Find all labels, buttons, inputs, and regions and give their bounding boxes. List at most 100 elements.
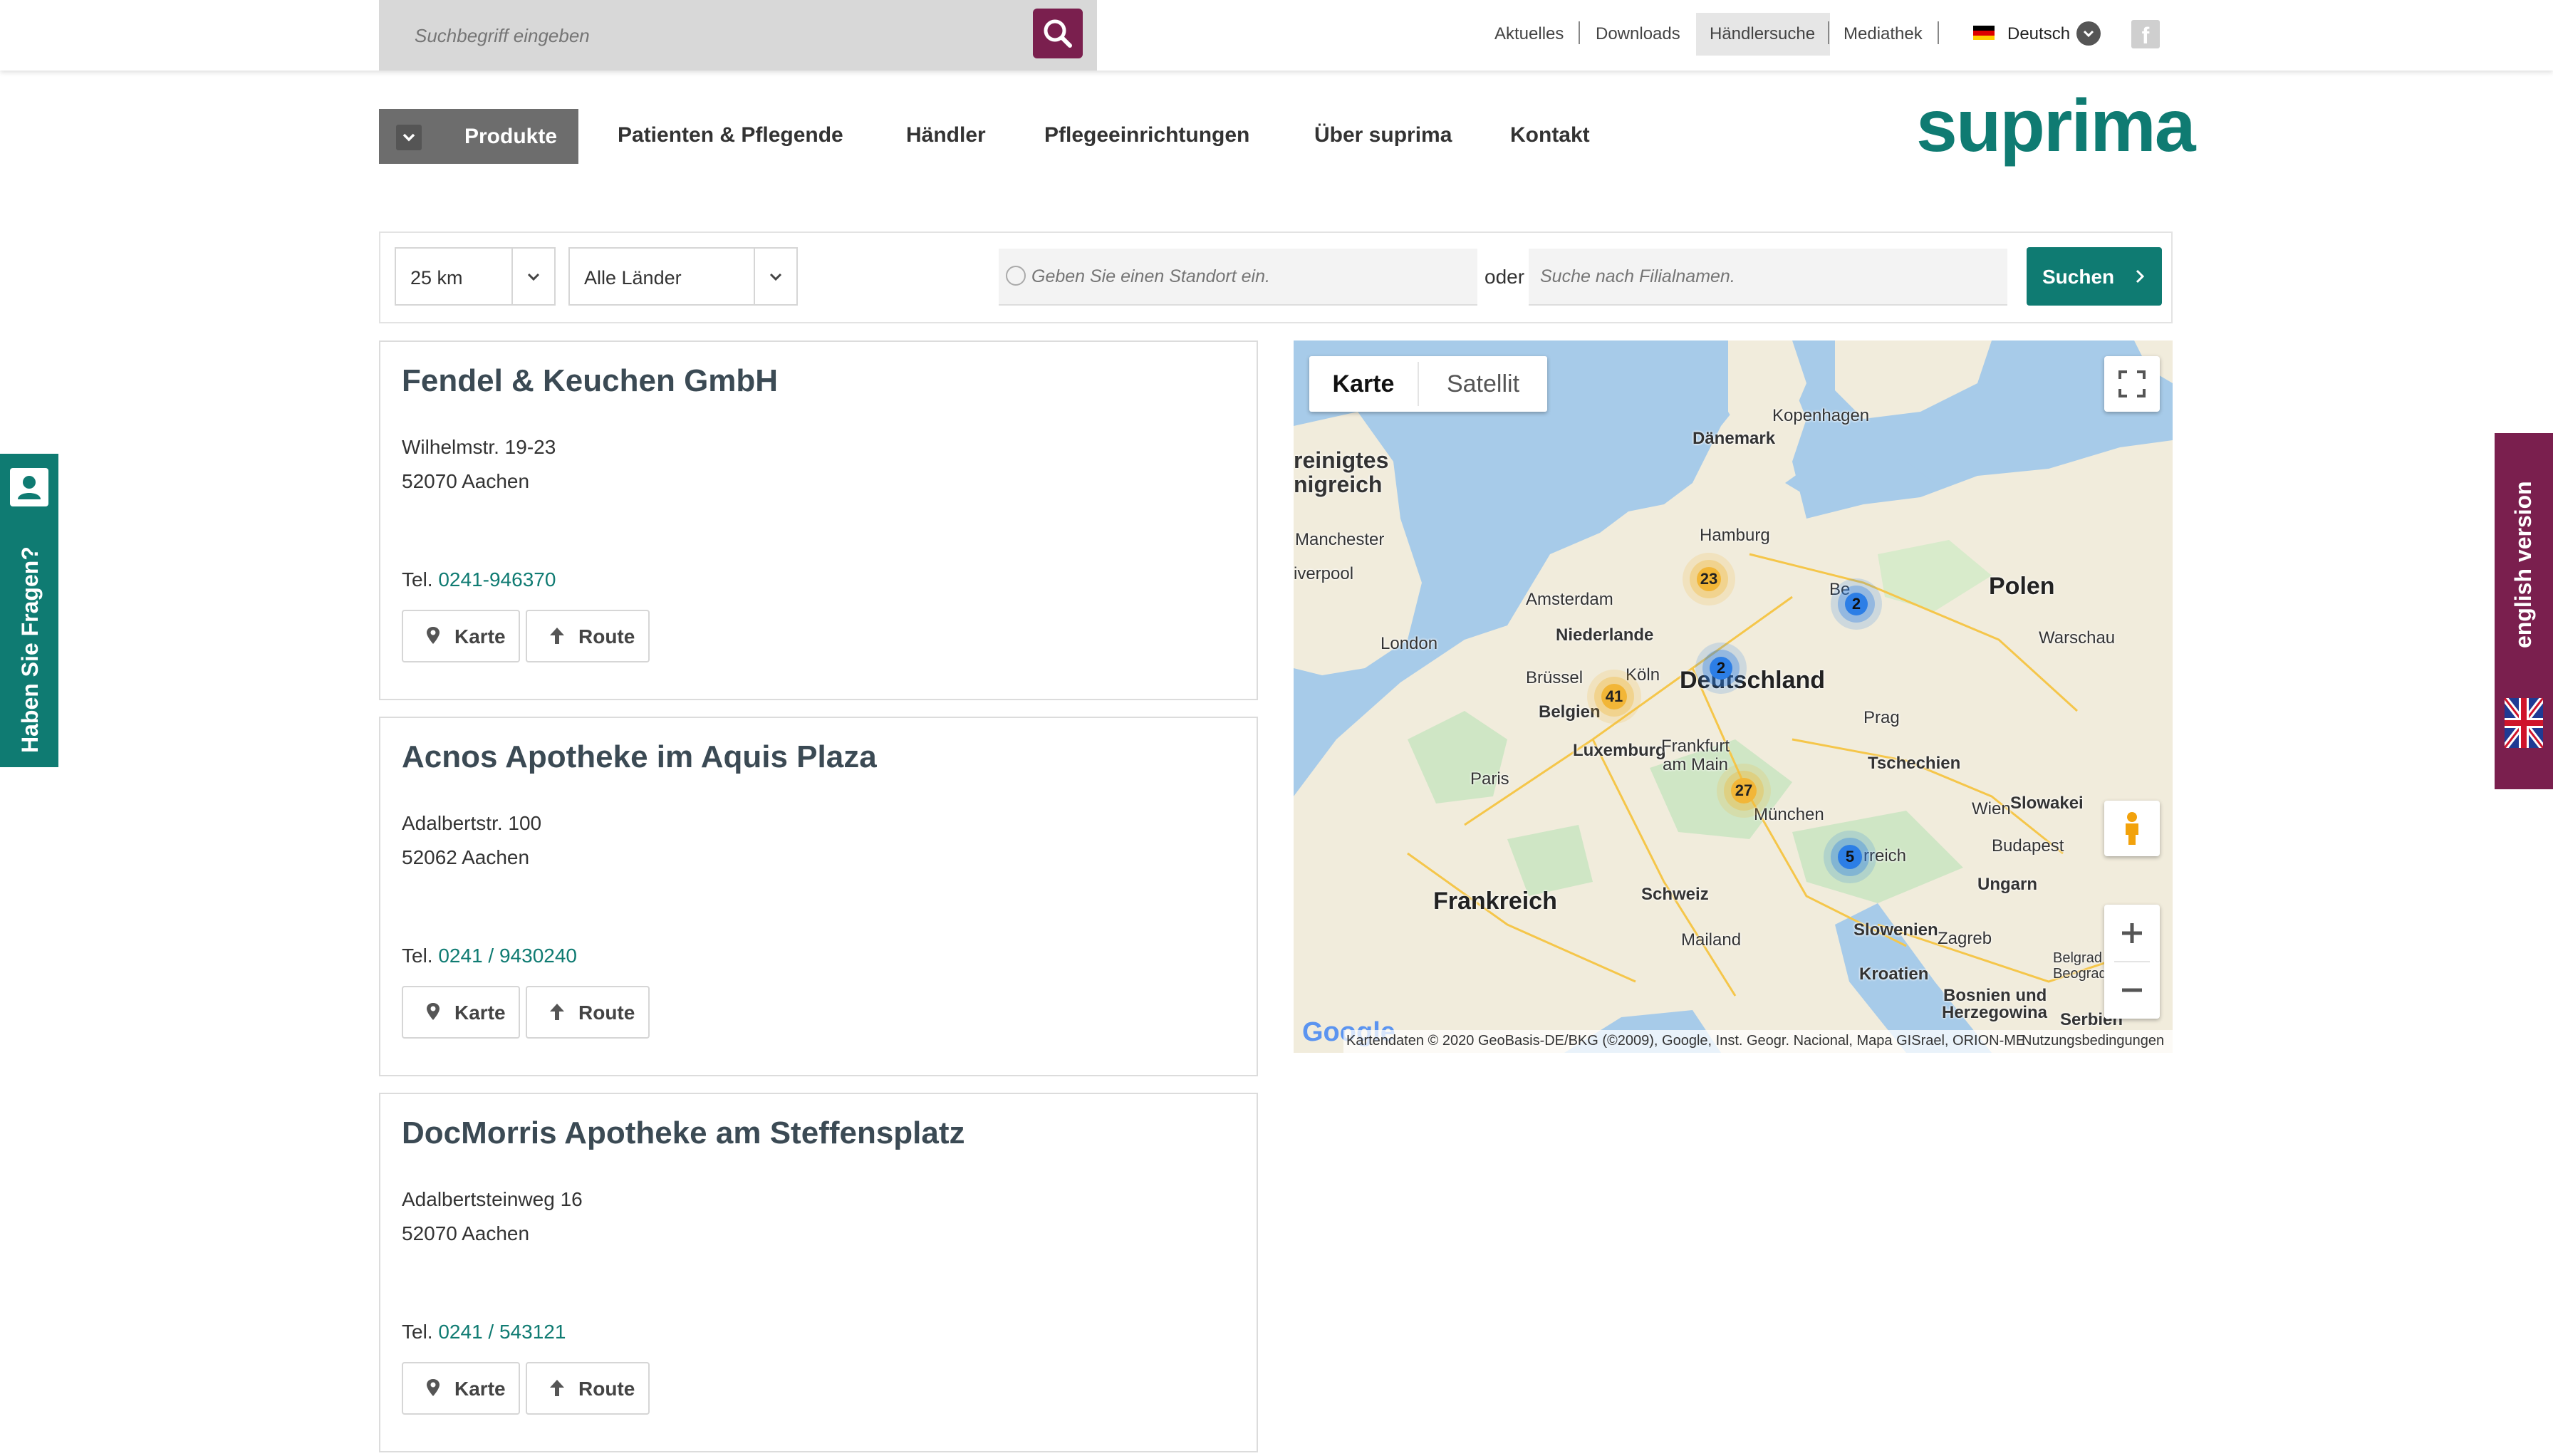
country-select[interactable]: Alle Länder <box>568 247 798 306</box>
map-label-hamburg: Hamburg <box>1700 526 1770 545</box>
dealer-map[interactable]: Dänemark Kopenhagen Hamburg Amsterdam Ni… <box>1294 340 2173 1053</box>
site-search-button[interactable] <box>1033 9 1083 58</box>
questions-tab-label: Haben Sie Fragen? <box>17 546 43 753</box>
zoom-in-button[interactable] <box>2104 905 2160 962</box>
chevron-down-icon[interactable] <box>2076 21 2101 46</box>
search-dealers-button[interactable]: Suchen <box>2027 247 2162 306</box>
person-icon <box>10 468 48 506</box>
map-label-uk-line1: reinigtes <box>1294 447 1389 473</box>
branch-input[interactable] <box>1539 263 1972 290</box>
uk-flag-icon <box>2502 696 2546 750</box>
toplink-mediathek[interactable]: Mediathek <box>1844 24 1923 44</box>
zoom-out-button[interactable] <box>2104 962 2160 1019</box>
map-label-paris: Paris <box>1470 769 1509 789</box>
location-input[interactable] <box>1030 263 1464 290</box>
map-label-herzegowina: Herzegowina <box>1942 1003 2048 1022</box>
or-label: oder <box>1485 266 1525 288</box>
tel-label: Tel. <box>402 568 433 591</box>
map-pin-icon <box>427 627 440 644</box>
map-label-zagreb: Zagreb <box>1938 929 1992 948</box>
route-button-label: Route <box>578 625 635 648</box>
zoom-control <box>2104 905 2160 1019</box>
toplink-aktuelles[interactable]: Aktuelles <box>1494 24 1564 44</box>
map-tab-karte[interactable]: Karte <box>1309 356 1418 412</box>
fullscreen-button[interactable] <box>2104 356 2160 412</box>
map-cluster-marker[interactable]: 2 <box>1710 657 1732 680</box>
dealer-street: Wilhelmstr. 19-23 <box>402 436 556 458</box>
street-view-button[interactable] <box>2104 801 2160 856</box>
location-field[interactable] <box>999 249 1477 306</box>
map-cluster-marker[interactable]: 27 <box>1731 778 1757 804</box>
site-search <box>379 0 1097 71</box>
facebook-icon[interactable]: f <box>2131 20 2160 48</box>
dealer-city: 52070 Aachen <box>402 470 530 492</box>
map-label-uk-line2: nigreich <box>1294 472 1383 497</box>
route-button-label: Route <box>578 1002 635 1024</box>
map-cluster-marker[interactable]: 41 <box>1601 684 1627 709</box>
tel-label: Tel. <box>402 945 433 967</box>
english-version-tab[interactable]: english version <box>2495 433 2553 789</box>
route-button[interactable]: Route <box>526 610 650 662</box>
nav-pflegeeinrichtungen[interactable]: Pflegeeinrichtungen <box>1044 123 1249 147</box>
nav-ueber-suprima[interactable]: Über suprima <box>1314 123 1452 147</box>
map-cluster-marker[interactable]: 2 <box>1845 593 1868 615</box>
branch-field[interactable] <box>1529 249 2007 306</box>
chevron-down-icon <box>396 125 422 150</box>
map-label-mailand: Mailand <box>1681 930 1742 950</box>
dealer-card: Acnos Apotheke im Aquis Plaza Adalbertst… <box>379 717 1258 1076</box>
route-button[interactable]: Route <box>526 1362 650 1415</box>
map-label-daenemark: Dänemark <box>1693 429 1776 448</box>
phone-link[interactable]: 0241 / 543121 <box>438 1321 566 1343</box>
map-label-warschau: Warschau <box>2039 628 2116 648</box>
map-cluster-marker[interactable]: 5 <box>1838 845 1862 869</box>
tel-label: Tel. <box>402 1321 433 1343</box>
dealer-card: Fendel & Keuchen GmbH Wilhelmstr. 19-23 … <box>379 340 1258 700</box>
map-label-polen: Polen <box>1989 573 2055 600</box>
route-button[interactable]: Route <box>526 986 650 1039</box>
dealer-street: Adalbertsteinweg 16 <box>402 1188 583 1210</box>
map-label-wien: Wien <box>1972 799 2011 818</box>
map-button[interactable]: Karte <box>402 986 520 1039</box>
map-button-label: Karte <box>454 625 506 648</box>
radius-value: 25 km <box>410 267 463 288</box>
dealer-card: DocMorris Apotheke am Steffensplatz Adal… <box>379 1093 1258 1452</box>
language-label[interactable]: Deutsch <box>2007 24 2070 44</box>
map-button[interactable]: Karte <box>402 1362 520 1415</box>
plus-icon <box>2122 923 2142 943</box>
nav-produkte[interactable]: Produkte <box>379 109 578 164</box>
top-bar: Aktuelles Downloads Händlersuche Mediath… <box>0 0 2553 71</box>
fullscreen-icon <box>2118 370 2146 397</box>
map-label-manchester: Manchester <box>1295 530 1385 549</box>
phone-link[interactable]: 0241 / 9430240 <box>438 945 577 967</box>
toplink-haendlersuche[interactable]: Händlersuche <box>1710 24 1815 44</box>
map-label-amsterdam: Amsterdam <box>1526 590 1613 609</box>
map-terms-link[interactable]: Nutzungsbedingungen <box>2022 1033 2164 1049</box>
toplink-downloads[interactable]: Downloads <box>1596 24 1680 44</box>
nav-patienten[interactable]: Patienten & Pflegende <box>618 123 843 147</box>
map-label-budapest: Budapest <box>1992 836 2064 856</box>
map-attribution-bar: Kartendaten © 2020 GeoBasis-DE/BKG (©200… <box>1343 1030 2173 1053</box>
map-label-schweiz: Schweiz <box>1641 885 1709 904</box>
dealer-name: Fendel & Keuchen GmbH <box>402 363 779 398</box>
map-button[interactable]: Karte <box>402 610 520 662</box>
dealer-phone: Tel. 0241-946370 <box>402 568 556 591</box>
pegman-icon <box>2126 812 2138 845</box>
map-label-beograd: Beograd <box>2053 966 2107 982</box>
site-search-input[interactable] <box>413 17 986 54</box>
map-button-label: Karte <box>454 1378 506 1400</box>
dealer-phone: Tel. 0241 / 543121 <box>402 1321 566 1343</box>
phone-link[interactable]: 0241-946370 <box>438 568 556 591</box>
questions-tab[interactable]: Haben Sie Fragen? <box>0 454 58 767</box>
map-cluster-marker[interactable]: 23 <box>1697 567 1721 591</box>
dealer-name: Acnos Apotheke im Aquis Plaza <box>402 739 877 774</box>
search-button-label: Suchen <box>2042 266 2115 288</box>
nav-kontakt[interactable]: Kontakt <box>1510 123 1590 147</box>
nav-haendler[interactable]: Händler <box>906 123 986 147</box>
map-tab-satellit[interactable]: Satellit <box>1419 356 1547 412</box>
radius-select[interactable]: 25 km <box>395 247 556 306</box>
suprima-logo[interactable]: suprima <box>1916 84 2196 169</box>
nav-label: Produkte <box>464 125 558 148</box>
map-label-prag: Prag <box>1863 708 1900 727</box>
map-label-bruessel: Brüssel <box>1526 668 1584 687</box>
map-label-am-main: am Main <box>1663 755 1729 774</box>
